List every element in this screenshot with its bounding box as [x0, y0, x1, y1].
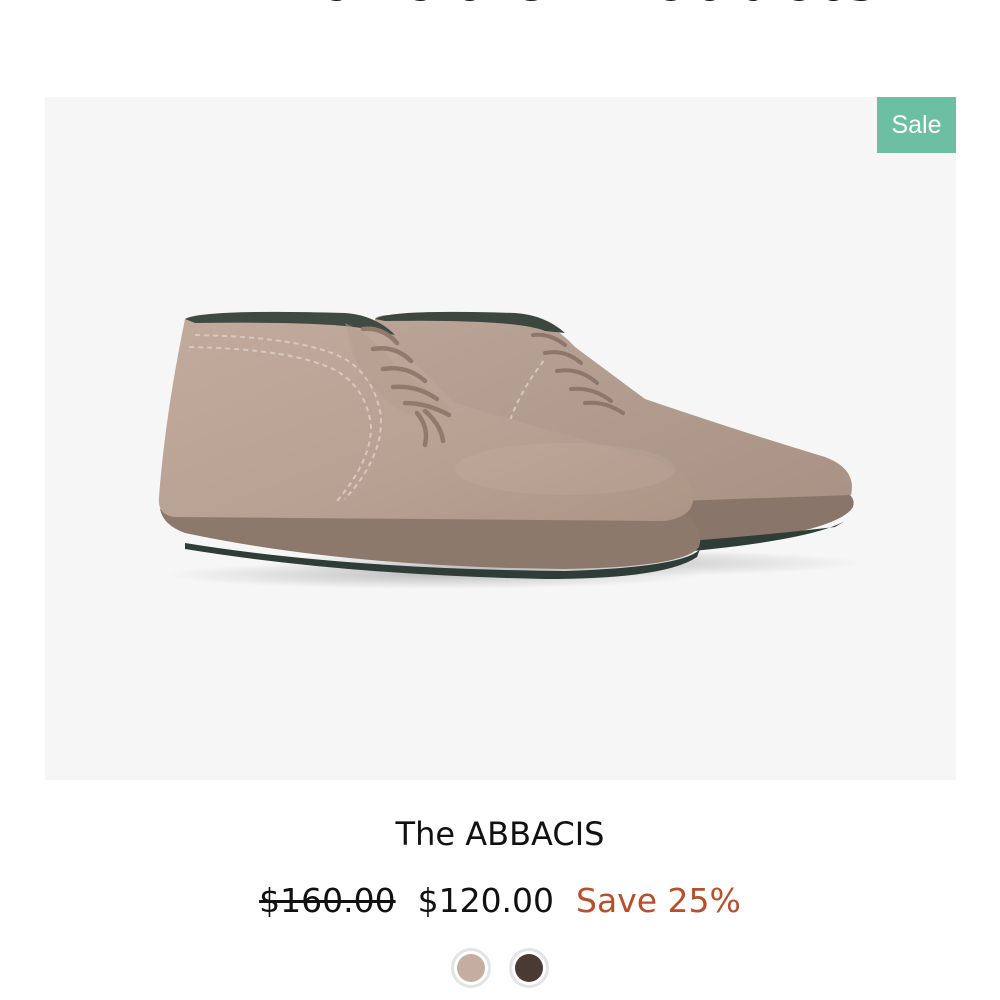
- sale-badge: Sale: [877, 97, 956, 153]
- original-price: $160.00: [259, 881, 396, 920]
- savings-label: Save 25%: [576, 881, 741, 920]
- sale-price: $120.00: [417, 881, 555, 920]
- color-swatch-dark-brown[interactable]: [509, 948, 549, 988]
- swatch-color-dot: [515, 954, 543, 982]
- color-swatches: [0, 948, 1000, 988]
- product-listing-page: All Available Products: [0, 0, 1000, 1000]
- suede-chukka-boot-image: [158, 311, 865, 589]
- price-row: $160.00 $120.00 Save 25%: [0, 878, 1000, 924]
- product-image-link[interactable]: Sale: [45, 97, 956, 780]
- page-title: All Available Products: [0, 0, 1000, 18]
- product-title-link[interactable]: The ABBACIS: [0, 812, 1000, 856]
- swatch-color-dot: [457, 954, 485, 982]
- color-swatch-taupe[interactable]: [451, 948, 491, 988]
